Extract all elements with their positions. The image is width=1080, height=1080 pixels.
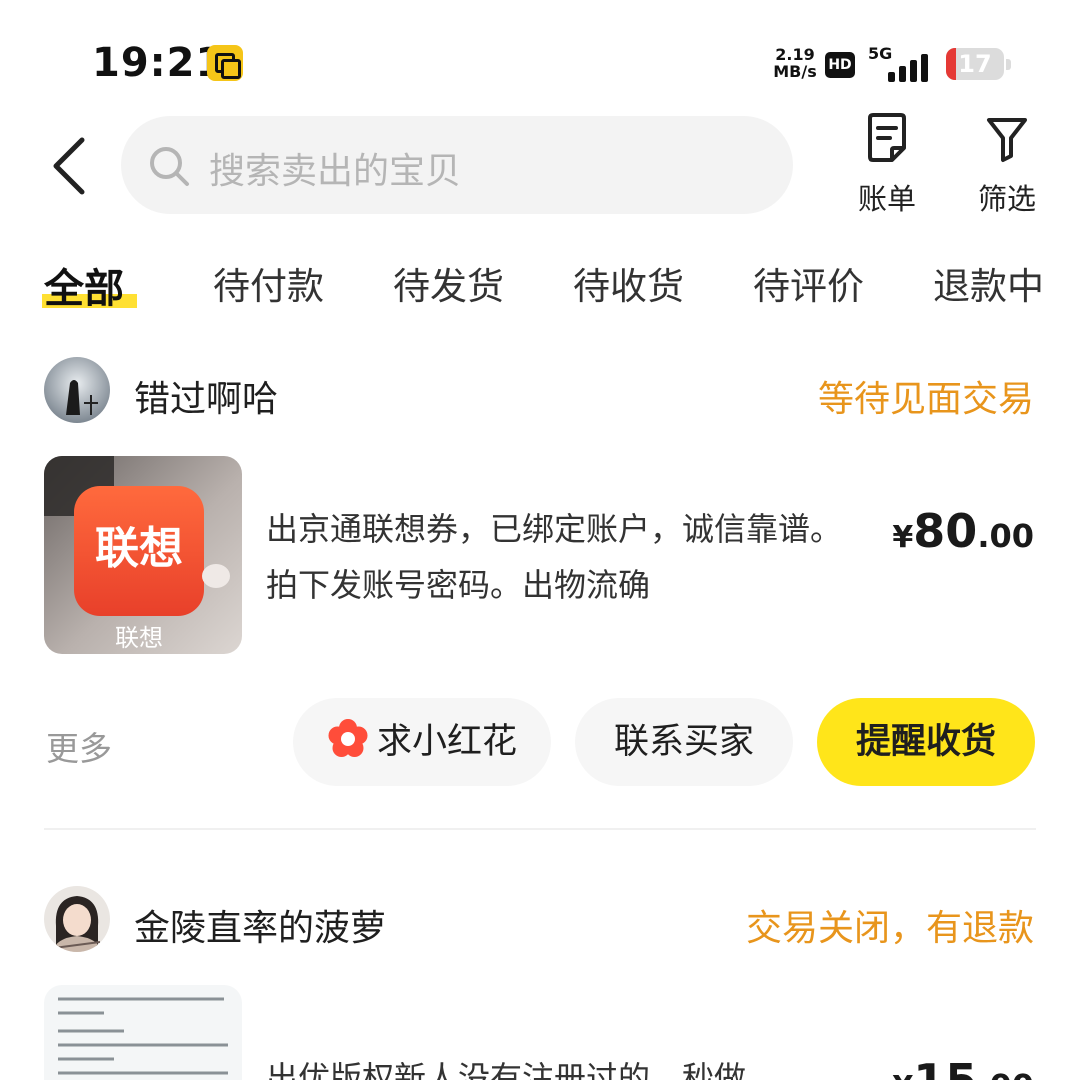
order-status: 等待见面交易 [817,379,1034,420]
status-time: 19:21 [92,40,225,86]
network-speed-value: 2.19 [775,45,815,64]
network-speed: 2.19 MB/s [770,46,820,80]
hd-badge: HD [825,52,855,78]
product-image [44,985,242,1080]
tab-refunding[interactable]: 退款中 [933,256,1044,310]
product-price: ¥15.00 [892,1054,1034,1080]
app-notification-icon [207,45,243,81]
contact-buyer-button[interactable]: 联系买家 [575,698,793,786]
seller-name[interactable]: 金陵直率的菠萝 [134,899,386,951]
tab-pending-receipt[interactable]: 待收货 [573,256,684,310]
tab-pending-review[interactable]: 待评价 [753,256,864,310]
status-bar: 19:21 2.19 MB/s HD 5G 17 [0,0,1080,120]
back-button[interactable] [40,126,100,206]
avatar-image [44,357,110,423]
product-thumbnail[interactable] [44,985,242,1080]
bill-label: 账单 [857,182,916,216]
tab-all[interactable]: 全部 [44,256,124,314]
search-placeholder: 搜索卖出的宝贝 [209,151,462,192]
product-logo-text: 联想 [95,523,183,574]
search-input[interactable]: 搜索卖出的宝贝 [121,116,793,214]
order-status: 交易关闭，有退款 [745,908,1034,949]
tab-pending-shipment[interactable]: 待发货 [393,256,504,310]
battery-icon: 17 [946,48,1004,80]
more-button[interactable]: 更多 [46,722,112,770]
signal-bars [888,52,928,82]
price-integer: 80 [913,504,978,558]
price-integer: 15 [913,1054,977,1080]
price-currency: ¥ [892,1070,913,1080]
product-caption: 联想 [115,624,163,652]
seller-avatar[interactable] [44,357,110,423]
price-decimal: .00 [977,1067,1034,1080]
bill-icon [868,113,906,162]
filter-button[interactable]: 筛选 [962,112,1052,222]
bill-button[interactable]: 账单 [842,112,932,222]
filter-label: 筛选 [977,182,1036,216]
tab-pending-payment[interactable]: 待付款 [213,256,324,310]
price-decimal: .00 [977,517,1034,555]
remind-receipt-button[interactable]: 提醒收货 [817,698,1035,786]
order-divider [44,828,1036,830]
ask-flower-button[interactable]: 求小红花 [293,698,551,786]
filter-icon [987,118,1027,162]
product-price: ¥80.00 [892,504,1034,558]
product-title[interactable]: 出京通联想券，已绑定账户，诚信靠谱。拍下发账号密码。出物流确 [266,501,866,613]
battery-level: 17 [958,50,992,78]
ask-flower-label: 求小红花 [376,722,517,762]
seller-name[interactable]: 错过啊哈 [134,370,278,422]
product-thumbnail[interactable]: 联想 联想 [44,456,242,654]
search-icon [150,147,189,186]
chevron-left-icon [53,137,85,195]
seller-avatar[interactable] [44,886,110,952]
network-speed-unit: MB/s [773,62,817,81]
price-currency: ¥ [892,520,914,555]
battery-tip [1006,59,1011,70]
order-tabs: 全部 待付款 待发货 待收货 待评价 退款中 [0,246,1080,326]
flower-icon [328,719,368,757]
avatar-image [44,886,110,952]
signal-icon: 5G [866,44,934,84]
product-title[interactable]: 出优版权新人没有注册过的，秒做 [266,1050,866,1080]
